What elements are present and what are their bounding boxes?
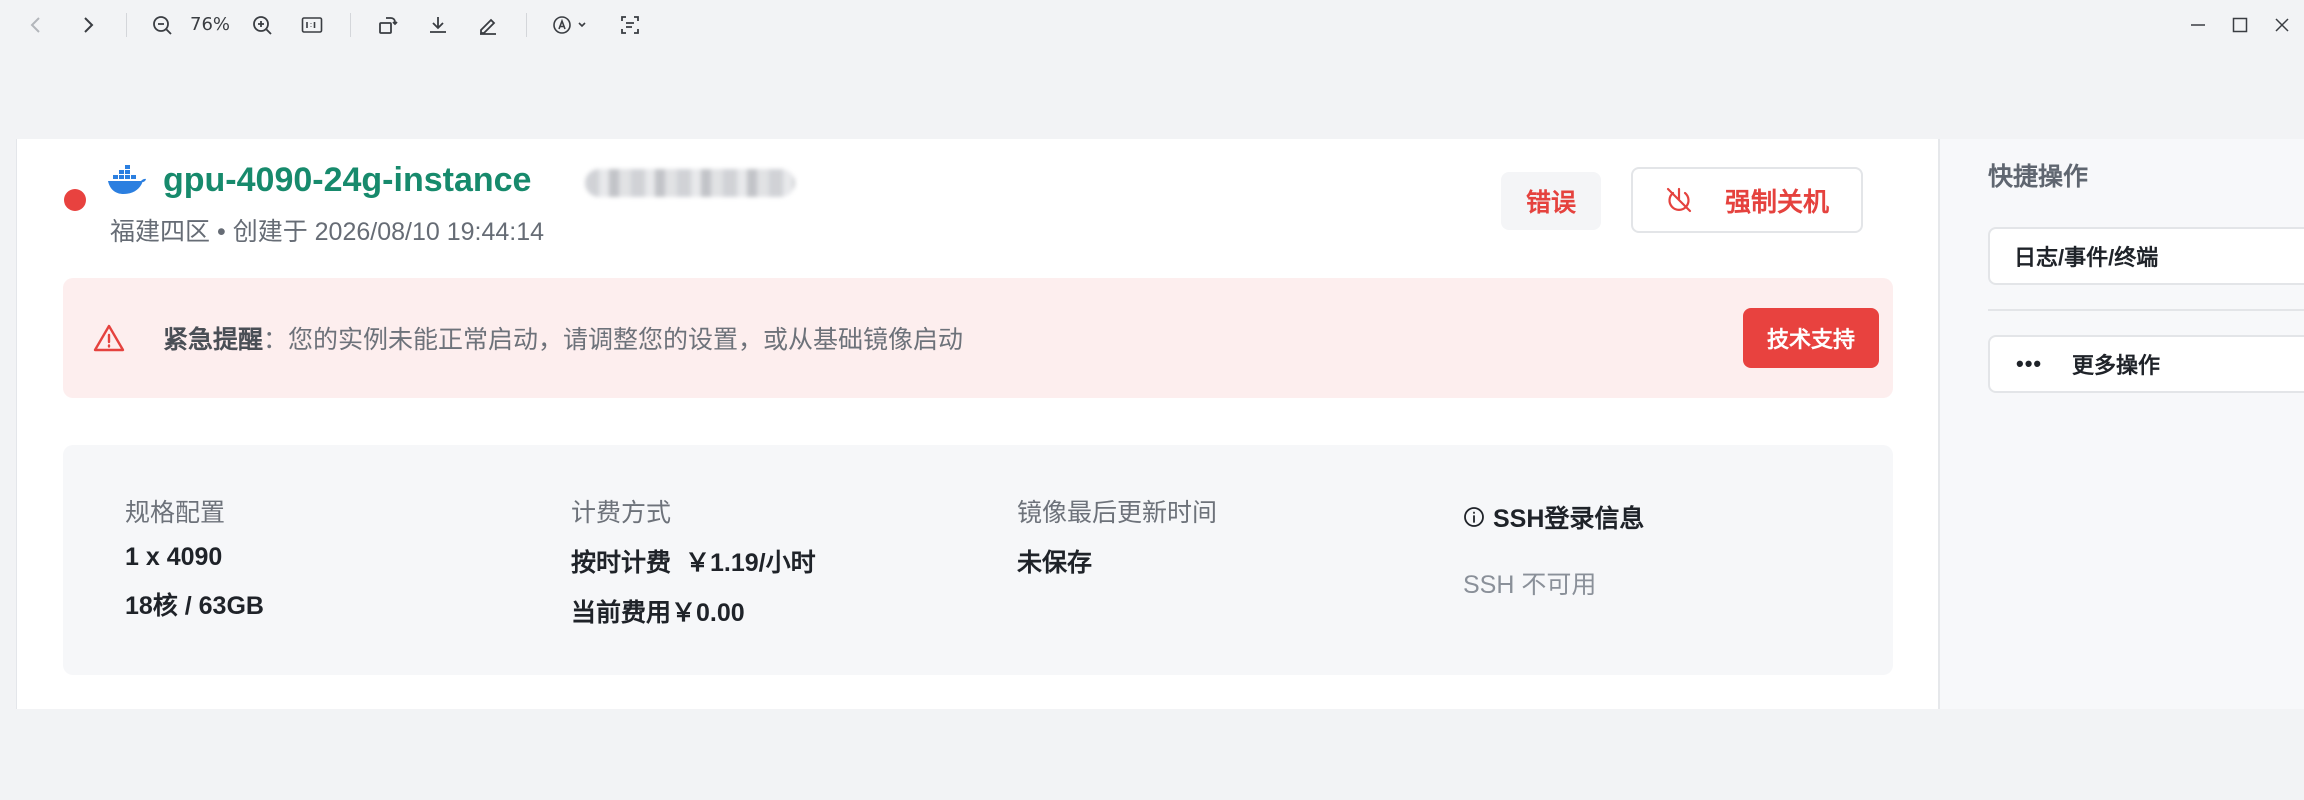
- billing-column: 计费方式 按时计费 ￥1.19/小时 当前费用￥0.00: [571, 493, 816, 629]
- zoom-out-icon[interactable]: [146, 9, 178, 41]
- image-column: 镜像最后更新时间 未保存: [1017, 493, 1217, 579]
- zoom-level[interactable]: 76%: [190, 14, 230, 35]
- ssh-info-header[interactable]: SSH登录信息: [1463, 499, 1644, 535]
- back-icon[interactable]: [20, 9, 52, 41]
- spec-cpu-mem: 18核 / 63GB: [125, 592, 264, 620]
- power-off-icon: [1666, 187, 1692, 213]
- redacted-instance-id: [585, 169, 795, 197]
- annotate-icon[interactable]: [472, 9, 504, 41]
- ssh-info-label: SSH登录信息: [1493, 505, 1645, 533]
- viewer-toolbar: 76%: [0, 0, 2304, 50]
- text-recognize-icon[interactable]: [546, 9, 592, 41]
- tech-support-button[interactable]: 技术支持: [1743, 308, 1879, 368]
- toolbar-divider: [350, 13, 351, 37]
- toolbar-divider: [526, 13, 527, 37]
- warning-icon: [93, 324, 125, 352]
- instance-name[interactable]: gpu-4090-24g-instance: [163, 161, 531, 200]
- forward-icon[interactable]: [72, 9, 104, 41]
- toolbar-divider: [126, 13, 127, 37]
- close-icon[interactable]: [2266, 9, 2298, 41]
- more-dots-icon: •••: [2016, 351, 2043, 376]
- instance-meta: 福建四区 • 创建于 2026/08/10 19:44:14: [110, 212, 544, 248]
- alert-body: 您的实例未能正常启动，请调整您的设置，或从基础镜像启动: [288, 326, 964, 354]
- zoom-in-icon[interactable]: [246, 9, 278, 41]
- alert-message: 紧急提醒：您的实例未能正常启动，请调整您的设置，或从基础镜像启动: [163, 320, 963, 356]
- scan-icon[interactable]: [614, 9, 646, 41]
- rotate-icon[interactable]: [372, 9, 404, 41]
- force-shutdown-label: 强制关机: [1725, 187, 1830, 218]
- log-events-terminal-button[interactable]: 日志/事件/终端: [1988, 227, 2304, 285]
- maximize-icon[interactable]: [2224, 9, 2256, 41]
- billing-current-value: ￥0.00: [671, 599, 745, 627]
- alert-title: 紧急提醒: [163, 326, 264, 354]
- billing-current-label: 当前费用: [571, 599, 672, 627]
- urgent-alert: 紧急提醒：您的实例未能正常启动，请调整您的设置，或从基础镜像启动 技术支持: [63, 278, 1893, 398]
- created-time: 2026/08/10 19:44:14: [314, 218, 545, 246]
- more-actions-button[interactable]: ••• 更多操作: [1988, 335, 2304, 393]
- billing-hourly-value: ￥1.19/小时: [685, 549, 816, 577]
- quick-actions-sidebar: 快捷操作 日志/事件/终端 ••• 更多操作: [1938, 139, 2304, 709]
- actual-size-icon[interactable]: [296, 9, 328, 41]
- spec-column: 规格配置 1 x 4090 18核 / 63GB: [125, 493, 264, 622]
- instance-info-card: 规格配置 1 x 4090 18核 / 63GB 计费方式 按时计费 ￥1.19/…: [63, 445, 1893, 675]
- billing-hourly-label: 按时计费: [571, 549, 672, 577]
- spec-gpu: 1 x 4090: [125, 543, 223, 571]
- status-indicator: [64, 189, 86, 211]
- image-update-value: 未保存: [1017, 549, 1093, 577]
- image-update-label: 镜像最后更新时间: [1017, 499, 1218, 527]
- region-label: 福建四区: [110, 218, 211, 246]
- download-icon[interactable]: [422, 9, 454, 41]
- created-prefix: 创建于: [232, 218, 308, 246]
- quick-actions-title: 快捷操作: [1988, 163, 2089, 191]
- sidebar-divider: [1988, 309, 2304, 311]
- minimize-icon[interactable]: [2182, 9, 2214, 41]
- log-events-terminal-label: 日志/事件/终端: [2014, 245, 2159, 270]
- info-icon: [1464, 507, 1484, 527]
- meta-separator: •: [216, 218, 226, 246]
- billing-label: 计费方式: [571, 499, 672, 527]
- alert-colon: ：: [263, 326, 289, 354]
- ssh-status: SSH 不可用: [1463, 571, 1597, 599]
- ssh-column: SSH登录信息 SSH 不可用: [1463, 499, 1644, 601]
- spec-label: 规格配置: [125, 499, 226, 527]
- more-actions-label: 更多操作: [2072, 353, 2161, 378]
- docker-icon: [108, 165, 146, 194]
- billing-hourly: 按时计费 ￥1.19/小时: [571, 543, 816, 579]
- status-badge: 错误: [1501, 172, 1601, 230]
- force-shutdown-button[interactable]: 强制关机: [1631, 167, 1863, 233]
- billing-current: 当前费用￥0.00: [571, 593, 816, 629]
- instance-panel: gpu-4090-24g-instance 福建四区 • 创建于 2026/08…: [16, 139, 1939, 709]
